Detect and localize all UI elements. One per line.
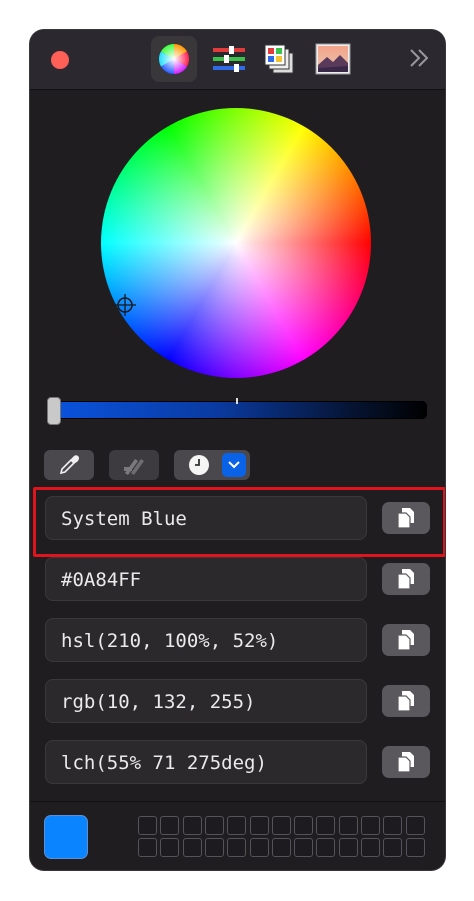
history-dropdown[interactable]: [174, 450, 250, 480]
empty-swatch-slot[interactable]: [383, 838, 403, 857]
slider-center-tick: [236, 398, 238, 404]
empty-swatch-slot[interactable]: [138, 816, 157, 835]
copy-lch-button[interactable]: [382, 746, 430, 778]
empty-swatch-slot[interactable]: [249, 816, 269, 835]
chevron-down-icon: [228, 461, 240, 469]
copy-icon: [397, 569, 414, 590]
empty-swatch-slot[interactable]: [227, 816, 247, 835]
image-palette-icon: [315, 43, 351, 75]
empty-swatch-slot[interactable]: [294, 838, 314, 857]
color-wheel[interactable]: [101, 108, 371, 378]
color-picker-window: System Blue #0A84FF hsl(210, 100%, 52%) …: [30, 30, 445, 870]
empty-swatch-slot[interactable]: [271, 838, 291, 857]
history-dropdown-arrow[interactable]: [222, 453, 246, 477]
empty-swatch-slot[interactable]: [204, 838, 224, 857]
empty-swatch-slot[interactable]: [182, 838, 202, 857]
empty-swatch-slot[interactable]: [405, 816, 425, 835]
copy-icon: [397, 630, 414, 651]
empty-swatch-slot[interactable]: [338, 816, 358, 835]
empty-swatch-slot[interactable]: [383, 816, 403, 835]
sliders-icon: [213, 46, 245, 72]
palettes-tab[interactable]: [256, 36, 302, 82]
clock-icon: [189, 455, 209, 475]
eyedropper-button[interactable]: [44, 450, 94, 480]
hsl-value: hsl(210, 100%, 52%): [61, 630, 279, 652]
empty-swatch-slot[interactable]: [227, 838, 247, 857]
bottom-divider: [30, 801, 445, 802]
title-bar: [30, 30, 445, 90]
pencils-button[interactable]: [109, 450, 159, 480]
color-wheel-icon: [158, 43, 190, 74]
empty-swatch-slot[interactable]: [338, 838, 358, 857]
eyedropper-icon: [59, 455, 80, 475]
close-button[interactable]: [51, 51, 69, 69]
empty-swatch-slot[interactable]: [182, 816, 202, 835]
double-chevron-right-icon[interactable]: [408, 47, 430, 69]
empty-swatch-slot[interactable]: [361, 838, 380, 857]
empty-swatch-slot[interactable]: [249, 838, 269, 857]
empty-swatch-slot[interactable]: [316, 816, 336, 835]
empty-swatch-slot[interactable]: [138, 838, 157, 857]
hex-value: #0A84FF: [61, 569, 142, 591]
empty-swatch-slot[interactable]: [361, 816, 380, 835]
empty-swatch-slot[interactable]: [271, 816, 291, 835]
copy-icon: [397, 752, 414, 773]
color-selector-crosshair[interactable]: [114, 294, 136, 316]
copy-icon: [397, 691, 414, 712]
palettes-icon: [264, 44, 294, 74]
empty-swatch-slot[interactable]: [405, 838, 425, 857]
pencils-icon: [124, 459, 144, 475]
hsl-field[interactable]: hsl(210, 100%, 52%): [45, 618, 367, 662]
copy-rgb-button[interactable]: [382, 685, 430, 717]
brightness-slider-thumb[interactable]: [47, 397, 61, 425]
empty-swatch-slot[interactable]: [316, 838, 336, 857]
rgb-value: rgb(10, 132, 255): [61, 691, 256, 713]
empty-swatch-slot[interactable]: [294, 816, 314, 835]
copy-hex-button[interactable]: [382, 563, 430, 595]
lch-value: lch(55% 71 275deg): [61, 752, 267, 774]
color-wheel-tab[interactable]: [151, 36, 197, 82]
copy-hsl-button[interactable]: [382, 624, 430, 656]
rgb-field[interactable]: rgb(10, 132, 255): [45, 679, 367, 723]
selection-highlight: [33, 487, 445, 557]
current-color-swatch[interactable]: [45, 816, 87, 858]
empty-swatch-slot[interactable]: [204, 816, 224, 835]
image-palettes-tab[interactable]: [308, 36, 354, 82]
hex-field[interactable]: #0A84FF: [45, 557, 367, 601]
lch-field[interactable]: lch(55% 71 275deg): [45, 740, 367, 784]
sliders-tab[interactable]: [205, 36, 251, 82]
empty-swatch-slot[interactable]: [160, 816, 180, 835]
empty-swatch-slot[interactable]: [160, 838, 180, 857]
